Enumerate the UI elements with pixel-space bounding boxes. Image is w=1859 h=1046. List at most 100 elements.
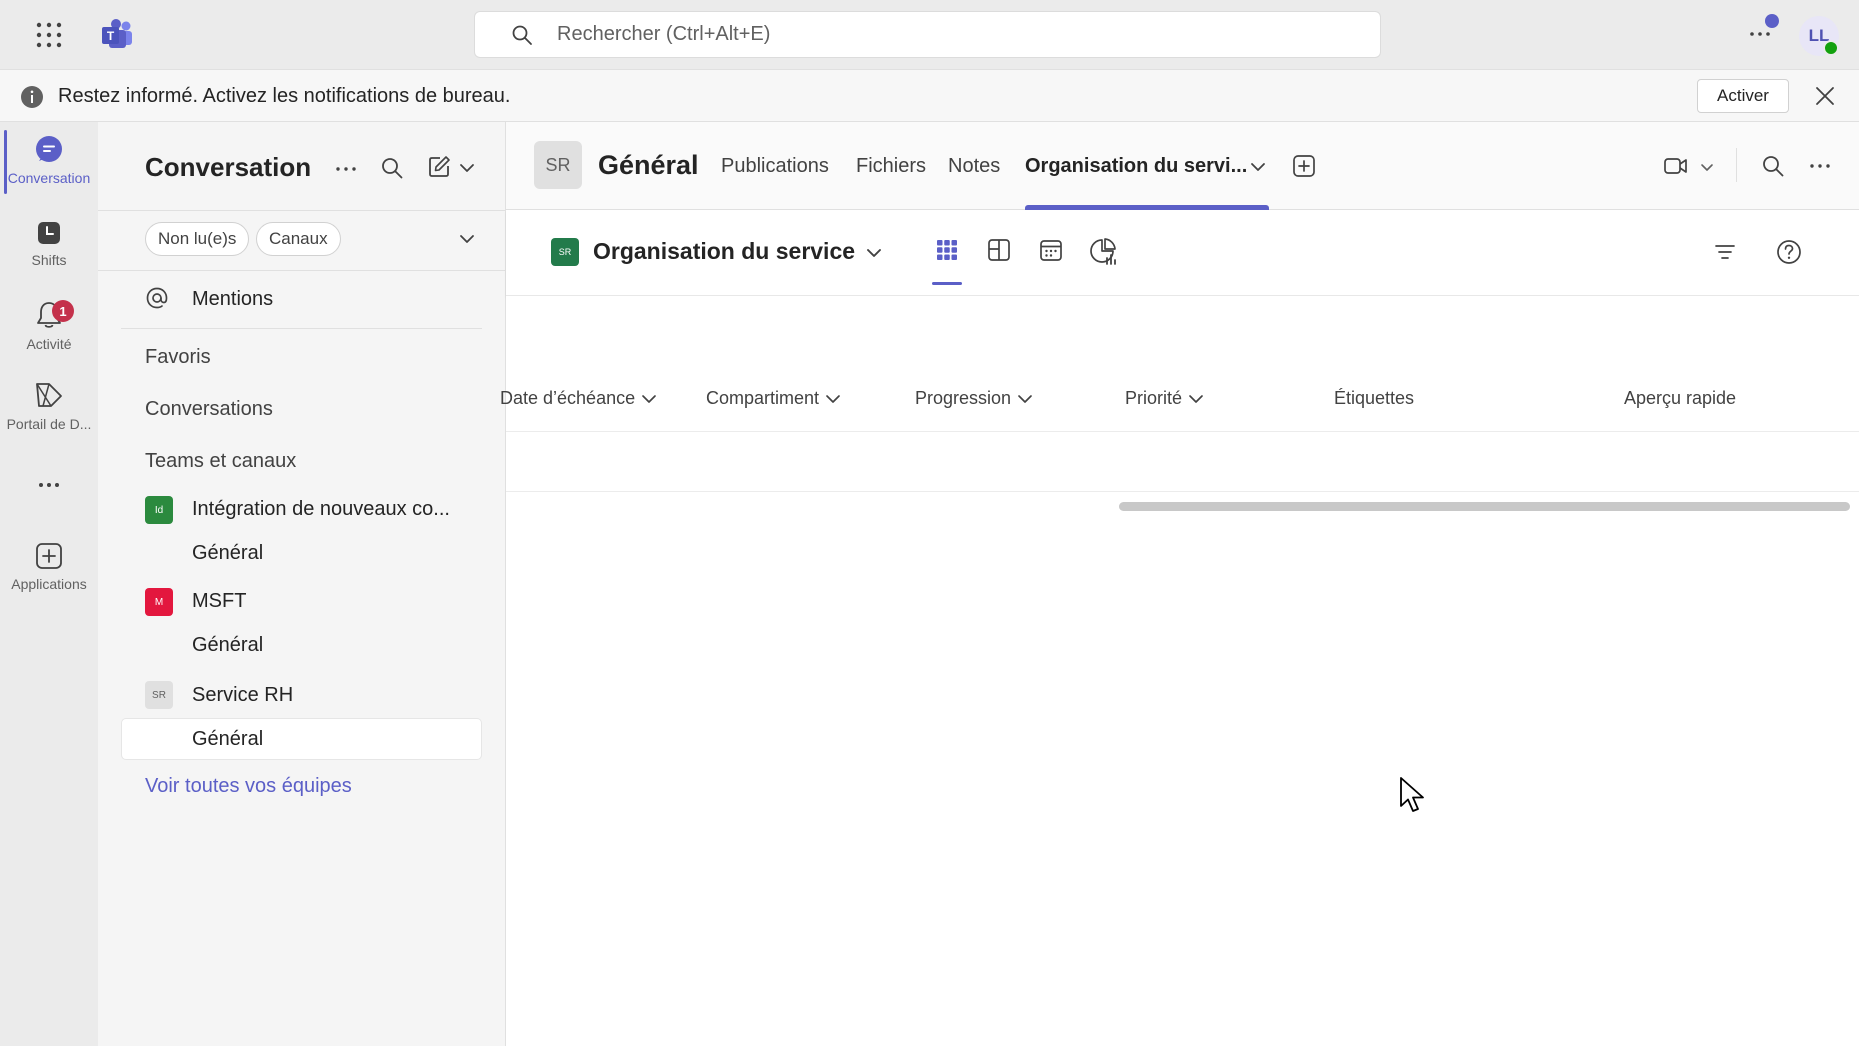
rail-item-activity[interactable]: 1 Activité <box>0 300 98 352</box>
video-call-icon[interactable] <box>1663 154 1689 178</box>
rail-item-shifts[interactable]: Shifts <box>0 220 98 268</box>
board-view-icon[interactable] <box>986 237 1012 263</box>
team-avatar: Id <box>145 496 173 524</box>
team-item-msft[interactable]: MSFT <box>192 590 246 613</box>
divider <box>1736 148 1737 182</box>
col-bucket[interactable]: Compartiment <box>706 388 841 409</box>
rail-item-portal[interactable]: Portail de D... <box>0 380 98 432</box>
mention-icon <box>145 286 169 310</box>
filters-chevron-down-icon[interactable] <box>458 230 476 248</box>
channel-header: SR Général Publications Fichiers Notes O… <box>506 122 1859 210</box>
close-icon[interactable] <box>1813 84 1837 108</box>
search-input[interactable] <box>557 23 1337 46</box>
compose-chevron-down-icon[interactable] <box>458 159 476 177</box>
tab-chevron-down-icon[interactable] <box>1249 158 1267 176</box>
panel-more-icon[interactable] <box>334 157 358 181</box>
tab-notes[interactable]: Notes <box>948 155 1000 178</box>
team-item-service-rh[interactable]: Service RH <box>192 684 293 707</box>
panel-title: Conversation <box>145 152 312 182</box>
mentions-link[interactable]: Mentions <box>192 288 273 311</box>
col-labels[interactable]: Étiquettes <box>1334 388 1414 409</box>
divider <box>98 210 506 211</box>
channel-item-general-selected[interactable]: Général <box>192 728 263 751</box>
plan-avatar: SR <box>551 238 579 266</box>
notification-dot <box>1765 14 1779 28</box>
col-due-date[interactable]: Date d’échéance <box>500 388 657 409</box>
column-label: Progression <box>915 388 1012 408</box>
shifts-icon <box>38 222 60 244</box>
panel-search-icon[interactable] <box>380 156 404 180</box>
channel-search-icon[interactable] <box>1761 154 1785 178</box>
filter-unread-chip[interactable]: Non lu(e)s <box>145 222 250 256</box>
section-conversations[interactable]: Conversations <box>145 398 273 421</box>
portal-icon <box>36 383 62 407</box>
column-label: Priorité <box>1125 388 1183 408</box>
col-priority[interactable]: Priorité <box>1125 388 1204 409</box>
mouse-cursor-icon <box>1398 776 1428 816</box>
chevron-down-icon <box>1189 394 1203 403</box>
section-favorites[interactable]: Favoris <box>145 346 211 369</box>
channel-avatar: SR <box>534 141 582 189</box>
rail-label: Shifts <box>31 252 67 268</box>
app-launcher-icon[interactable] <box>34 20 64 50</box>
channel-item-general[interactable]: Général <box>192 542 263 565</box>
chevron-down-icon <box>642 394 656 403</box>
plan-title[interactable]: Organisation du service <box>593 238 855 265</box>
table-row <box>506 432 1859 492</box>
team-item-onboarding[interactable]: Intégration de nouveaux co... <box>192 498 450 521</box>
grid-header: Date d’échéance Compartiment Progression… <box>500 368 1859 432</box>
column-label: Compartiment <box>706 388 820 408</box>
column-label: Étiquettes <box>1334 388 1415 408</box>
channel-more-icon[interactable] <box>1808 154 1832 178</box>
more-icon <box>39 483 59 487</box>
horizontal-scrollbar[interactable] <box>1119 502 1850 511</box>
channel-item-general[interactable]: Général <box>192 634 263 657</box>
col-progress[interactable]: Progression <box>915 388 1033 409</box>
add-tab-icon[interactable] <box>1292 154 1316 178</box>
notification-banner: Restez informé. Activez les notification… <box>0 70 1859 122</box>
schedule-view-icon[interactable] <box>1038 237 1064 263</box>
tab-planner[interactable]: Organisation du servi... <box>1025 155 1247 178</box>
active-view-indicator <box>932 282 962 285</box>
section-teams-channels[interactable]: Teams et canaux <box>145 450 296 473</box>
column-label: Date d’échéance <box>500 388 636 408</box>
search-bar[interactable] <box>474 11 1381 58</box>
compose-icon[interactable] <box>426 154 452 178</box>
grid-view-icon[interactable] <box>934 237 960 263</box>
presence-available-icon <box>1823 40 1839 56</box>
filter-channels-chip[interactable]: Canaux <box>256 222 341 256</box>
add-app-icon <box>36 543 62 569</box>
rail-item-conversation[interactable]: Conversation <box>0 134 98 186</box>
rail-more-apps[interactable] <box>0 480 98 490</box>
rail-label: Applications <box>11 576 87 592</box>
plan-chevron-down-icon[interactable] <box>865 244 883 262</box>
tab-files[interactable]: Fichiers <box>856 155 926 178</box>
search-icon <box>512 25 532 45</box>
activity-badge: 1 <box>52 300 74 322</box>
title-bar: T LL <box>0 0 1859 70</box>
help-icon[interactable] <box>1776 239 1802 265</box>
chat-icon <box>36 136 62 162</box>
conversation-panel: Conversation Non lu(e)s Canaux Mentions … <box>98 122 506 1046</box>
channel-title: Général <box>598 150 699 180</box>
tab-publications[interactable]: Publications <box>721 155 829 178</box>
main-content: SR Général Publications Fichiers Notes O… <box>500 122 1859 1046</box>
rail-label: Portail de D... <box>6 416 92 432</box>
info-icon <box>20 85 44 109</box>
col-quick-view[interactable]: Aperçu rapide <box>1624 388 1736 409</box>
filter-icon[interactable] <box>1713 240 1737 264</box>
planner-toolbar: SR Organisation du service <box>506 210 1859 296</box>
app-rail: Conversation Shifts 1 Activité Portail d… <box>0 122 98 1046</box>
charts-view-icon[interactable] <box>1090 237 1116 265</box>
selected-channel-highlight <box>121 718 482 760</box>
svg-text:T: T <box>107 29 115 43</box>
rail-label: Conversation <box>7 170 91 186</box>
enable-notifications-button[interactable]: Activer <box>1697 79 1789 113</box>
grid-top-band <box>506 296 1859 368</box>
see-all-teams-link[interactable]: Voir toutes vos équipes <box>145 775 352 798</box>
team-avatar: M <box>145 588 173 616</box>
rail-item-applications[interactable]: Applications <box>0 542 98 592</box>
rail-label: Activité <box>26 336 72 352</box>
teams-logo-icon: T <box>100 18 134 52</box>
video-chevron-down-icon[interactable] <box>1700 160 1714 174</box>
